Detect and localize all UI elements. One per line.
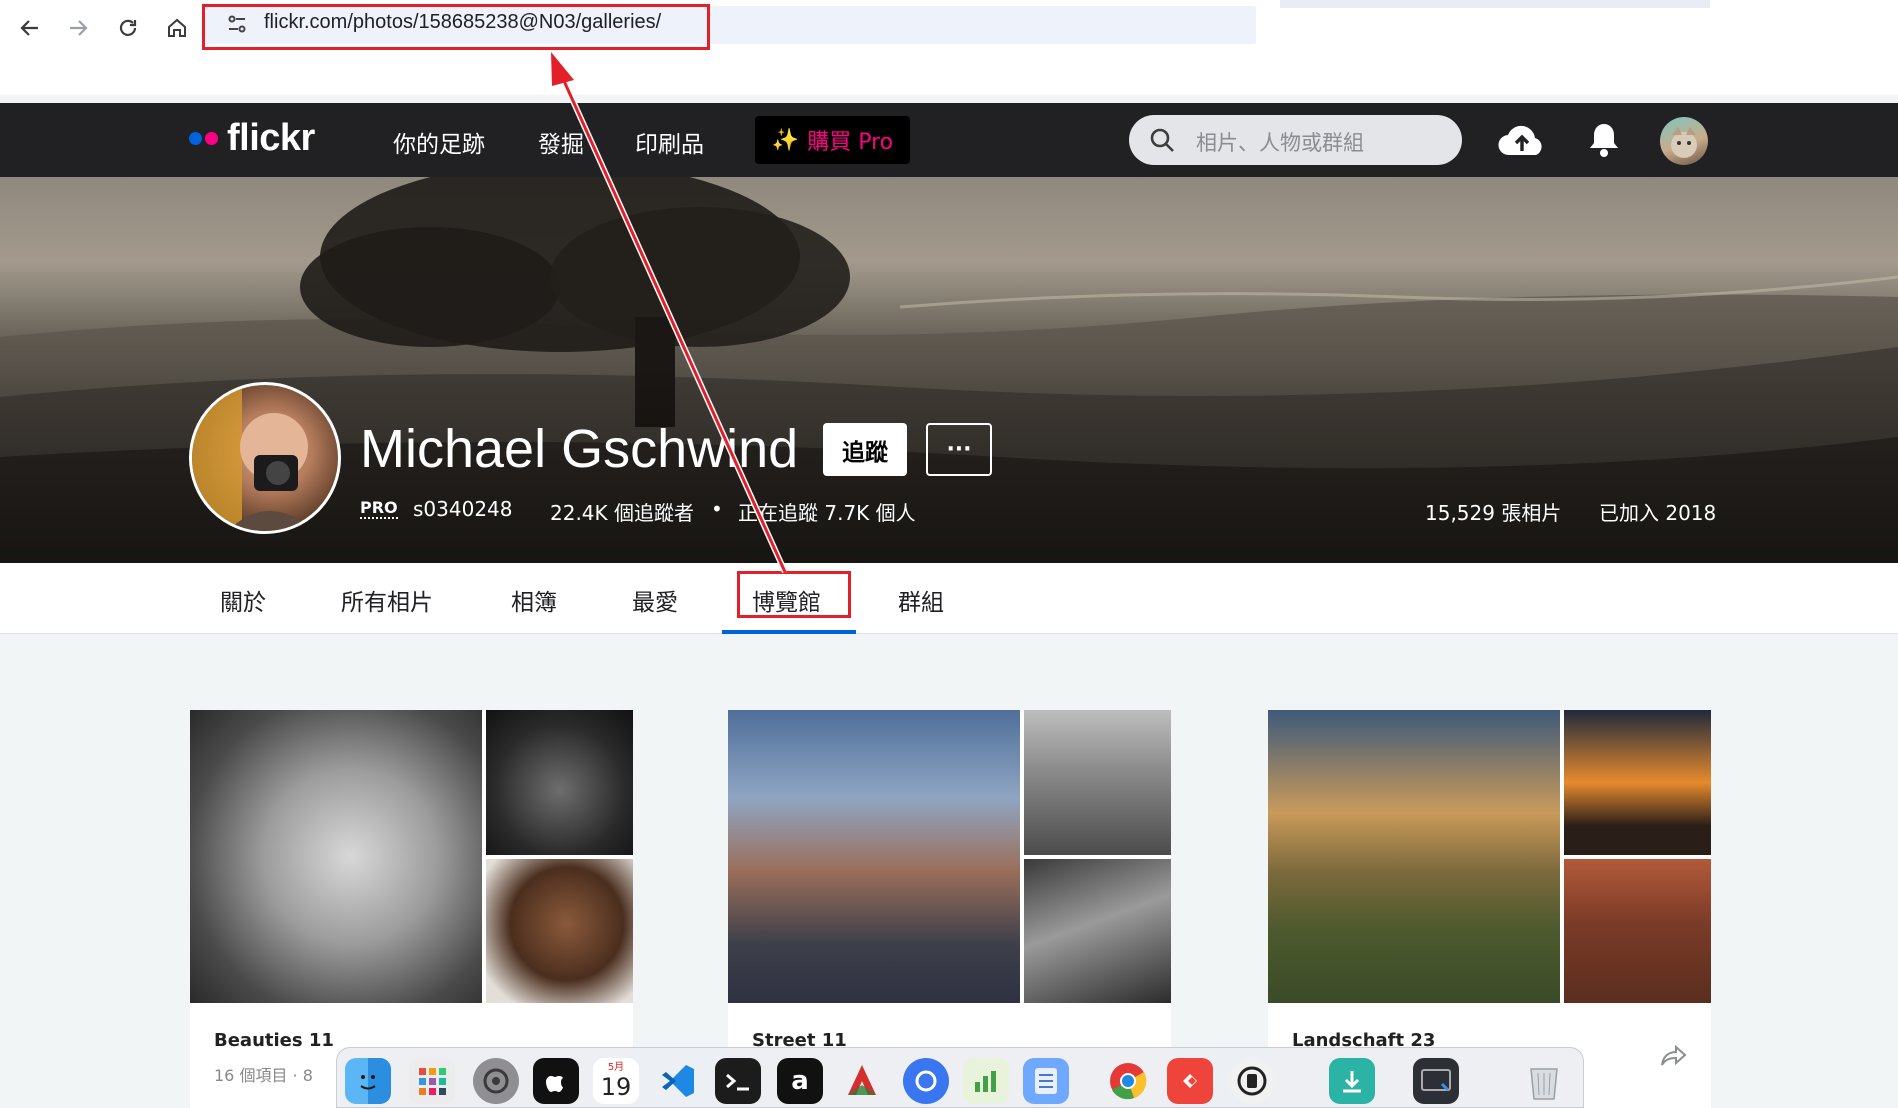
more-options-button[interactable]: ··· — [926, 423, 992, 476]
tab-about[interactable]: 關於 — [220, 583, 266, 617]
flickr-logo[interactable]: flickr — [189, 117, 315, 160]
gallery-main-photo — [728, 710, 1020, 1003]
window-app-icon[interactable] — [1413, 1058, 1459, 1104]
forward-icon[interactable] — [60, 10, 96, 46]
profile-tabs: 關於 所有相片 相簿 最愛 博覽館 群組 — [0, 563, 1898, 634]
tab-all-photos[interactable]: 所有相片 — [341, 583, 433, 617]
nav-link-explore[interactable]: 發掘 — [538, 125, 584, 159]
profile-name: Michael Gschwind — [360, 419, 799, 479]
calendar-day: 19 — [600, 1073, 632, 1101]
logo-text: flickr — [227, 117, 315, 159]
gallery-main-photo — [1268, 710, 1560, 1003]
apple-tv-icon[interactable] — [533, 1058, 579, 1104]
upload-icon[interactable] — [1497, 123, 1547, 161]
flickr-navbar: flickr 你的足跡 發掘 印刷品 ✨ 購買 Pro 相片、人物或群組 — [0, 103, 1898, 177]
tab-faves[interactable]: 最愛 — [632, 583, 678, 617]
terminal-icon[interactable] — [715, 1058, 761, 1104]
gallery-thumb-bottom — [1564, 859, 1711, 1003]
vpn-app-icon[interactable] — [1229, 1058, 1275, 1104]
tab-albums[interactable]: 相簿 — [511, 583, 557, 617]
profile-avatar[interactable] — [189, 382, 341, 534]
photo-count: 15,529 張相片 — [1425, 501, 1562, 525]
signal-icon[interactable] — [903, 1058, 949, 1104]
gallery-thumb-top — [1024, 710, 1171, 855]
wps-icon[interactable] — [839, 1058, 885, 1104]
buy-pro-button[interactable]: ✨ 購買 Pro — [755, 116, 910, 164]
username: s0340248 — [413, 497, 513, 521]
gallery-main-photo — [190, 710, 482, 1003]
app-a-icon[interactable]: a — [777, 1058, 823, 1104]
logo-dot-blue — [189, 132, 202, 145]
launchpad-icon[interactable] — [409, 1058, 455, 1104]
meta-separator: • — [711, 497, 723, 521]
numbers-icon[interactable] — [963, 1058, 1009, 1104]
followers-count[interactable]: 22.4K 個追蹤者 — [550, 497, 694, 526]
extensions-strip — [1280, 0, 1710, 8]
logo-dot-pink — [205, 132, 218, 145]
active-tab-indicator — [722, 630, 856, 634]
trash-icon[interactable] — [1521, 1058, 1567, 1104]
finder-icon[interactable] — [345, 1058, 391, 1104]
tab-groups[interactable]: 群組 — [898, 583, 944, 617]
share-icon[interactable] — [1661, 1044, 1687, 1071]
nav-link-you[interactable]: 你的足跡 — [393, 125, 485, 159]
gallery-thumb-bottom — [1024, 859, 1171, 1003]
dock: 5月 19 a — [336, 1047, 1584, 1108]
url-highlight-box — [202, 4, 710, 50]
vscode-icon[interactable] — [655, 1058, 701, 1104]
back-icon[interactable] — [12, 10, 48, 46]
system-settings-icon[interactable] — [473, 1058, 519, 1104]
calendar-icon[interactable]: 5月 19 — [593, 1058, 639, 1104]
user-avatar[interactable] — [1660, 117, 1708, 165]
sparkle-icon: ✨ — [771, 127, 800, 153]
gallery-thumb-bottom — [486, 859, 633, 1003]
following-count[interactable]: 正在追蹤 7.7K 個人 — [738, 497, 916, 526]
joined-date: 已加入 2018 — [1599, 501, 1717, 525]
gallery-title[interactable]: Beauties 11 — [214, 1030, 334, 1051]
reload-icon[interactable] — [110, 10, 146, 46]
downloads-folder-icon[interactable] — [1329, 1058, 1375, 1104]
search-icon — [1150, 128, 1174, 152]
home-icon[interactable] — [159, 10, 195, 46]
search-input[interactable]: 相片、人物或群組 — [1129, 115, 1462, 165]
follow-button[interactable]: 追蹤 — [823, 423, 907, 476]
notifications-bell-icon[interactable] — [1587, 121, 1621, 163]
gallery-subtitle: 16 個項目 · 8 — [214, 1066, 313, 1085]
search-placeholder: 相片、人物或群組 — [1196, 131, 1364, 155]
anydesk-icon[interactable] — [1167, 1058, 1213, 1104]
browser-toolbar: flickr.com/photos/158685238@N03/gallerie… — [0, 0, 1898, 95]
gallery-thumb-top — [1564, 710, 1711, 855]
buy-pro-label: 購買 Pro — [807, 130, 894, 155]
pro-badge: PRO — [360, 498, 398, 519]
tab-highlight-box — [737, 571, 851, 618]
notes-icon[interactable] — [1023, 1058, 1069, 1104]
gallery-thumb-top — [486, 710, 633, 855]
chrome-icon[interactable] — [1105, 1058, 1151, 1104]
nav-link-prints[interactable]: 印刷品 — [635, 125, 704, 159]
